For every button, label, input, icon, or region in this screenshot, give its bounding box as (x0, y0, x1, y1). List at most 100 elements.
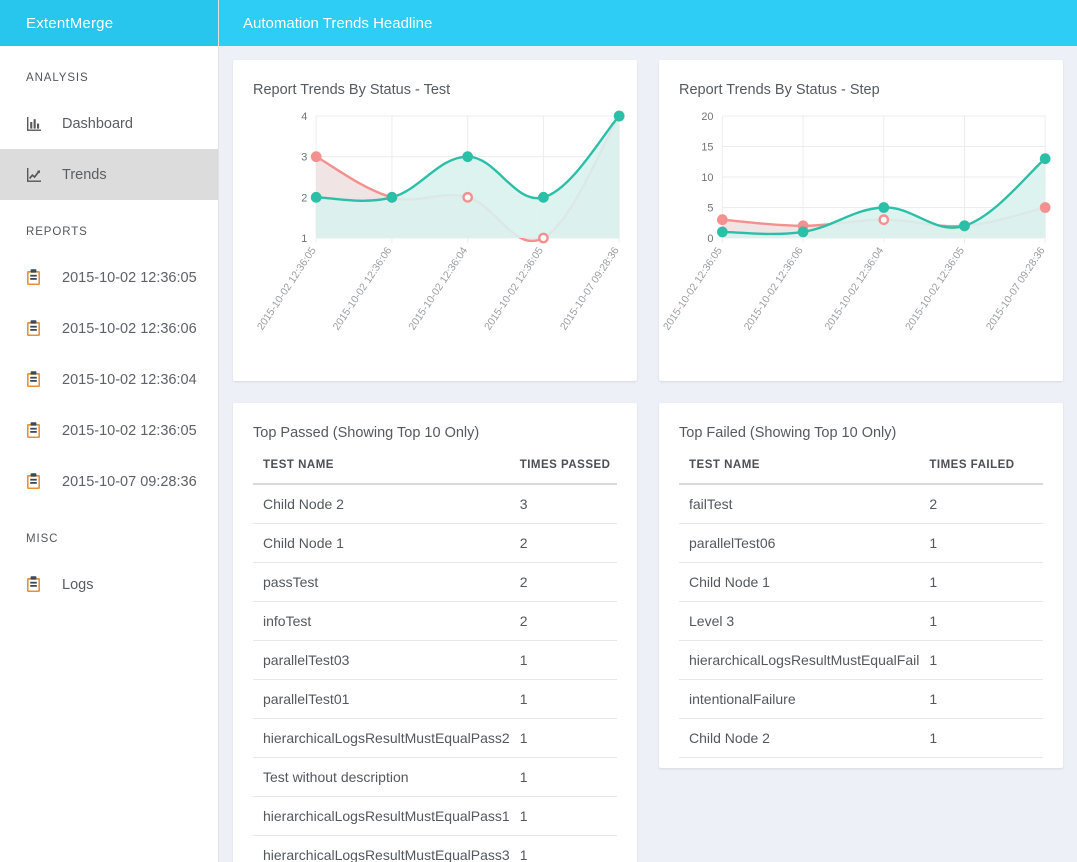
sidebar-report-item-1[interactable]: 2015-10-02 12:36:05 (0, 252, 218, 303)
y-axis-tick-label: 10 (701, 172, 713, 184)
y-axis-tick-label: 15 (701, 141, 713, 153)
cell-test-name: parallelTest03 (253, 640, 510, 680)
data-point (878, 202, 890, 213)
table-header-row: TEST NAME TIMES PASSED (253, 459, 617, 485)
bar-chart-icon (26, 115, 46, 133)
x-axis-tick-label: 2015-10-02 12:36:05 (256, 245, 319, 332)
clipboard-icon (26, 422, 46, 440)
top-passed-card: Top Passed (Showing Top 10 Only) TEST NA… (233, 403, 637, 862)
clipboard-icon (26, 473, 46, 491)
cell-test-name: passTest (253, 562, 510, 602)
chart-step: 0 5 10 15 20 2015-10-02 12:36:05 2015-10-02 12… (659, 98, 1063, 348)
table-row: parallelTest06 1 (679, 523, 1043, 563)
cell-count: 1 (919, 523, 1043, 563)
sidebar-report-label: 2015-10-02 12:36:04 (62, 371, 197, 388)
sidebar-report-item-5[interactable]: 2015-10-07 09:28:36 (0, 456, 218, 507)
clipboard-icon (26, 371, 46, 389)
y-axis-tick-label: 4 (301, 111, 307, 123)
cell-count: 1 (919, 562, 1043, 602)
content-area: Report Trends By Status - Test 1 2 3 4 2015-… (219, 46, 1077, 862)
table-header-row: TEST NAME TIMES FAILED (679, 459, 1043, 485)
page-title: Automation Trends Headline (243, 14, 433, 32)
table-row: Level 31 (679, 601, 1043, 641)
cell-count: 1 (509, 718, 617, 758)
cell-count: 1 (919, 601, 1043, 641)
table-row: hierarchicalLogsResultMustEqualFail 1 (679, 640, 1043, 680)
table-row: hierarchicalLogsResultMustEqualPass3 1 (253, 835, 617, 862)
clipboard-icon (26, 576, 46, 594)
clipboard-icon (26, 269, 46, 287)
sidebar-item-logs[interactable]: Logs (0, 559, 218, 610)
top-failed-card: Top Failed (Showing Top 10 Only) TEST NA… (659, 403, 1063, 768)
cell-test-name: Child Node 2 (679, 718, 920, 758)
y-axis-tick-label: 1 (301, 233, 307, 245)
chart-title-test: Report Trends By Status - Test (253, 82, 451, 98)
top-header-bar: Automation Trends Headline (219, 0, 1077, 46)
sidebar-item-dashboard[interactable]: Dashboard (0, 98, 218, 149)
table-row: failTest 2 (679, 484, 1043, 524)
row-spacer (233, 381, 1063, 403)
table-row: parallelTest03 1 (253, 640, 617, 680)
chart-test: 1 2 3 4 2015-10-02 12:36:05 2015-10-02 12:36:… (233, 98, 637, 348)
cell-test-name: hierarchicalLogsResultMustEqualPass1 (253, 796, 510, 836)
sidebar-report-item-4[interactable]: 2015-10-02 12:36:05 (0, 405, 218, 456)
cell-count: 1 (919, 640, 1043, 680)
cell-test-name: Test without description (253, 757, 510, 797)
cell-test-name: hierarchicalLogsResultMustEqualPass3 (253, 835, 510, 862)
sidebar: ExtentMerge ANALYSIS Dashboard Trends RE… (0, 0, 219, 862)
data-point (959, 220, 970, 232)
cell-test-name: parallelTest01 (253, 679, 510, 719)
table-row: passTest 2 (253, 562, 617, 602)
cell-count: 1 (919, 718, 1043, 758)
cell-count: 2 (509, 562, 617, 602)
table-row: intentionalFailure 1 (679, 679, 1043, 719)
cell-test-name: Level 3 (679, 601, 920, 641)
data-point (386, 191, 398, 203)
y-axis-tick-label: 0 (707, 233, 713, 245)
cell-count: 2 (509, 601, 617, 641)
x-axis-tick-label: 2015-10-07 09:28:36 (559, 245, 622, 332)
cell-count: 1 (509, 757, 617, 797)
cell-count: 1 (509, 679, 617, 719)
main-area: Automation Trends Headline Report Trends… (219, 0, 1077, 862)
data-point (462, 191, 474, 203)
column-header-test-name: TEST NAME (679, 459, 920, 485)
y-axis-tick-label: 2 (301, 192, 307, 204)
sidebar-report-item-3[interactable]: 2015-10-02 12:36:04 (0, 354, 218, 405)
data-point (310, 191, 322, 203)
sidebar-item-label: Trends (62, 166, 107, 183)
clipboard-icon (26, 320, 46, 338)
sidebar-item-trends[interactable]: Trends (0, 149, 218, 200)
table-row: Child Node 21 (679, 718, 1043, 758)
cell-count: 1 (509, 835, 617, 862)
column-header-test-name: TEST NAME (253, 459, 510, 485)
table-row: parallelTest01 1 (253, 679, 617, 719)
sidebar-report-item-2[interactable]: 2015-10-02 12:36:06 (0, 303, 218, 354)
x-axis-tick-label: 2015-10-02 12:36:05 (662, 245, 725, 332)
data-point (1039, 202, 1051, 213)
app-root: ExtentMerge ANALYSIS Dashboard Trends RE… (0, 0, 1077, 862)
x-axis-tick-label: 2015-10-02 12:36:05 (483, 245, 546, 332)
data-point (462, 151, 474, 163)
sidebar-report-label: 2015-10-02 12:36:05 (62, 422, 197, 439)
chart-card-step: Report Trends By Status - Step 0 5 10 15 20 2… (659, 60, 1063, 381)
y-axis-tick-label: 20 (701, 111, 713, 123)
top-failed-title: Top Failed (Showing Top 10 Only) (679, 425, 897, 441)
cell-test-name: Child Node 1 (679, 562, 920, 602)
cell-test-name: hierarchicalLogsResultMustEqualPass2 (253, 718, 510, 758)
top-passed-table: TEST NAME TIMES PASSED Child Node 2 3 Chil… (253, 459, 617, 862)
brand-title: ExtentMerge (26, 14, 114, 32)
sidebar-section-misc: MISC (26, 533, 59, 545)
cell-count: 1 (919, 679, 1043, 719)
table-row: hierarchicalLogsResultMustEqualPass1 1 (253, 796, 617, 836)
data-point (717, 226, 728, 238)
data-point (310, 151, 322, 163)
charts-row: Report Trends By Status - Test 1 2 3 4 2015-… (233, 60, 1063, 381)
cell-test-name: infoTest (253, 601, 510, 641)
y-axis-tick-label: 3 (301, 152, 307, 164)
y-axis-tick-label: 5 (707, 202, 713, 214)
x-axis-tick-label: 2015-10-07 09:28:36 (985, 245, 1048, 332)
top-passed-title: Top Passed (Showing Top 10 Only) (253, 425, 480, 441)
brand-header: ExtentMerge (0, 0, 218, 46)
data-point (797, 226, 809, 238)
